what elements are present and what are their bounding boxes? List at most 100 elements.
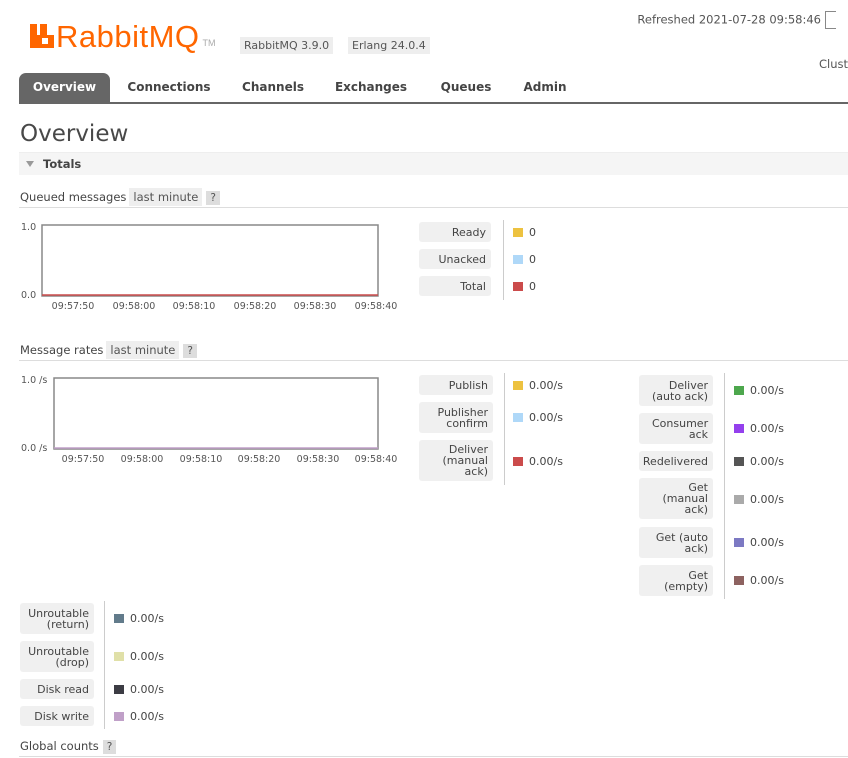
legend-get-empty-label: Get (empty) — [639, 565, 713, 596]
divider — [19, 207, 848, 208]
legend-deliver-manual-label: Deliver (manual ack) — [419, 440, 493, 481]
refreshed-text: Refreshed 2021-07-28 09:58:46 — [637, 12, 821, 27]
plot-area — [53, 377, 379, 450]
x-tick: 09:58:00 — [113, 301, 156, 312]
legend-publisher-confirm-value: 0.00/s — [513, 411, 563, 424]
tab-exchanges[interactable]: Exchanges — [327, 73, 415, 102]
tab-admin[interactable]: Admin — [516, 73, 574, 102]
total-value: 0 — [529, 280, 536, 293]
unroutable-return-swatch — [114, 614, 124, 623]
unroutable-drop-value: 0.00/s — [130, 650, 164, 663]
get-manual-text: Get (manual ack) — [662, 481, 709, 516]
deliver-manual-text: Deliver (manual ack) — [442, 443, 489, 478]
queued-messages-chart: 1.0 0.0 09:57:50 09:58:00 09:58:10 09:58… — [21, 222, 398, 312]
ready-swatch — [513, 228, 523, 237]
page-title: Overview — [20, 121, 129, 147]
rates-range-selector[interactable]: last minute — [106, 341, 180, 359]
rates-help-button[interactable]: ? — [183, 344, 197, 358]
refresh-interval-select[interactable] — [825, 11, 836, 29]
collapse-triangle-icon — [26, 161, 34, 167]
legend-disk-read-value: 0.00/s — [114, 683, 164, 696]
queued-help-button[interactable]: ? — [206, 191, 220, 205]
get-empty-swatch — [734, 576, 744, 585]
x-tick: 09:57:50 — [52, 301, 95, 312]
publisher-confirm-value: 0.00/s — [529, 411, 563, 424]
x-tick: 09:58:10 — [173, 301, 216, 312]
version-badge: RabbitMQ 3.9.0 — [240, 37, 334, 54]
x-tick: 09:58:10 — [180, 454, 223, 465]
legend-consumer-ack-label: Consumer ack — [639, 413, 713, 444]
legend-divider — [504, 373, 505, 485]
legend-unroutable-return-label: Unroutable (return) — [20, 603, 94, 634]
unacked-swatch — [513, 255, 523, 264]
disk-write-value: 0.00/s — [130, 710, 164, 723]
legend-get-manual-label: Get (manual ack) — [639, 478, 713, 519]
publish-value: 0.00/s — [529, 379, 563, 392]
queued-range-selector[interactable]: last minute — [129, 188, 203, 206]
logo-trademark: TM — [202, 38, 216, 48]
unroutable-drop-swatch — [114, 652, 124, 661]
logo-text: RabbitMQ — [56, 19, 200, 54]
legend-disk-write-value: 0.00/s — [114, 710, 164, 723]
unacked-value: 0 — [529, 253, 536, 266]
message-rates-chart: 1.0 /s 0.0 /s 09:57:50 09:58:00 09:58:10… — [21, 375, 398, 465]
get-auto-text: Get (auto ack) — [655, 530, 708, 555]
y-axis-top-label: 1.0 /s — [21, 375, 47, 386]
tab-connections[interactable]: Connections — [119, 73, 219, 102]
redelivered-swatch — [734, 457, 744, 466]
rabbitmq-logo[interactable]: RabbitMQ TM — [30, 18, 216, 52]
legend-get-auto-label: Get (auto ack) — [639, 527, 713, 558]
main-nav-tabs: Overview Connections Channels Exchanges … — [19, 73, 848, 104]
queued-messages-label: Queued messages — [20, 190, 127, 204]
totals-label: Totals — [43, 157, 82, 171]
legend-deliver-manual-value: 0.00/s — [513, 455, 563, 468]
x-axis-ticks: 09:57:50 09:58:00 09:58:10 09:58:20 09:5… — [52, 301, 398, 312]
x-tick: 09:58:40 — [355, 454, 398, 465]
tab-overview[interactable]: Overview — [19, 73, 110, 102]
cluster-name: Clust — [818, 57, 848, 71]
unroutable-drop-text: Unroutable (drop) — [28, 644, 89, 669]
legend-redelivered-label: Redelivered — [639, 451, 713, 471]
legend-get-manual-value: 0.00/s — [734, 493, 784, 506]
legend-publish-value: 0.00/s — [513, 379, 563, 392]
y-axis-top-label: 1.0 — [21, 222, 36, 233]
y-axis-bottom-label: 0.0 /s — [21, 443, 47, 454]
deliver-manual-swatch — [513, 457, 523, 466]
tab-channels[interactable]: Channels — [233, 73, 313, 102]
ready-value: 0 — [529, 226, 536, 239]
legend-publisher-confirm-label: Publisher confirm — [419, 402, 493, 433]
deliver-auto-text: Deliver (auto ack) — [652, 378, 708, 403]
redelivered-value: 0.00/s — [750, 455, 784, 468]
get-empty-value: 0.00/s — [750, 574, 784, 587]
disk-read-value: 0.00/s — [130, 683, 164, 696]
legend-divider — [503, 220, 504, 300]
legend-unroutable-drop-value: 0.00/s — [114, 650, 164, 663]
legend-get-empty-value: 0.00/s — [734, 574, 784, 587]
publisher-confirm-swatch — [513, 413, 523, 422]
legend-divider — [724, 373, 725, 599]
deliver-auto-swatch — [734, 386, 744, 395]
legend-redelivered-value: 0.00/s — [734, 455, 784, 468]
rabbit-logo-icon — [30, 24, 54, 48]
y-axis-bottom-label: 0.0 — [21, 290, 36, 301]
legend-divider — [104, 601, 105, 729]
legend-unacked-label: Unacked — [419, 249, 491, 269]
totals-section-toggle[interactable]: Totals — [19, 152, 848, 175]
consumer-ack-swatch — [734, 424, 744, 433]
unroutable-return-text: Unroutable (return) — [28, 606, 89, 631]
disk-read-swatch — [114, 685, 124, 694]
x-tick: 09:58:40 — [355, 301, 398, 312]
legend-publish-label: Publish — [419, 375, 493, 395]
legend-total-value: 0 — [513, 280, 536, 293]
get-manual-swatch — [734, 495, 744, 504]
legend-ready-value: 0 — [513, 226, 536, 239]
get-auto-swatch — [734, 538, 744, 547]
global-counts-help-button[interactable]: ? — [102, 740, 117, 754]
x-tick: 09:58:20 — [234, 301, 277, 312]
tab-queues[interactable]: Queues — [431, 73, 501, 102]
legend-get-auto-value: 0.00/s — [734, 536, 784, 549]
legend-unroutable-return-value: 0.00/s — [114, 612, 164, 625]
plot-area — [41, 224, 379, 297]
refresh-status: Refreshed 2021-07-28 09:58:46 — [637, 11, 836, 29]
message-rates-heading: Message rates last minute? — [20, 341, 197, 359]
